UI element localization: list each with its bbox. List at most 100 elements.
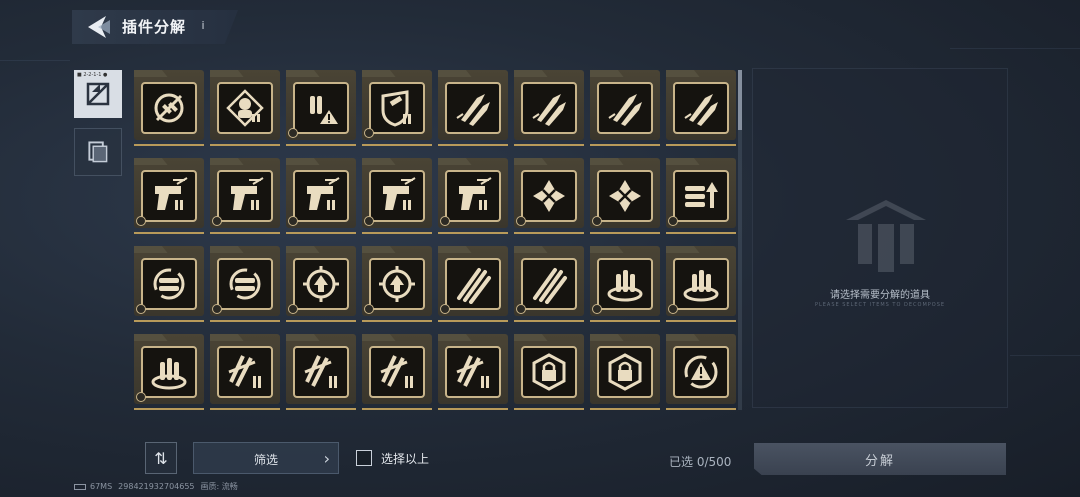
plugin-item[interactable] — [438, 70, 508, 146]
item-underline — [286, 232, 356, 234]
item-underline — [514, 408, 584, 410]
tab-tag: ■ 2-2-1-1 ● — [77, 72, 108, 78]
empty-hint: 请选择需要分解的道具 — [830, 290, 930, 301]
gear-icon — [516, 304, 526, 314]
crosshair-up-icon — [303, 266, 339, 302]
pistol-speed-icon — [383, 177, 416, 210]
item-underline — [590, 232, 660, 234]
tab-plugin[interactable]: ■ 2-2-1-1 ● — [74, 70, 122, 118]
claw-bullets-icon — [228, 355, 261, 388]
plugin-icon-plate — [445, 258, 501, 310]
decompose-button[interactable]: 分解 — [754, 443, 1006, 475]
plugin-icon-plate — [293, 170, 349, 222]
gear-icon — [212, 304, 222, 314]
plugin-item[interactable] — [438, 334, 508, 410]
grid-scrollbar-thumb[interactable] — [738, 70, 742, 130]
plugin-item[interactable] — [134, 70, 204, 146]
gear-icon — [364, 304, 374, 314]
plugin-icon-plate — [217, 82, 273, 134]
plugin-item[interactable] — [666, 334, 736, 410]
plugin-item[interactable] — [210, 334, 280, 410]
plugin-grid — [130, 68, 736, 410]
gear-icon — [592, 304, 602, 314]
plugin-item[interactable] — [438, 246, 508, 322]
info-icon[interactable]: i — [196, 19, 210, 33]
gear-icon — [364, 128, 374, 138]
gear-icon — [516, 216, 526, 226]
plugin-item[interactable] — [286, 70, 356, 146]
filter-label: 筛选 — [254, 453, 279, 467]
plugin-icon-plate — [673, 170, 729, 222]
uid-value: 298421932704655 — [118, 482, 195, 491]
sort-button[interactable]: ⇅ — [145, 442, 177, 474]
plugin-item[interactable] — [134, 246, 204, 322]
pistol-speed-icon — [307, 177, 340, 210]
clock-crossed-bullets-icon — [154, 93, 184, 123]
plugin-item[interactable] — [438, 158, 508, 234]
select-above-label[interactable]: 选择以上 — [381, 450, 429, 467]
plugin-item[interactable] — [210, 246, 280, 322]
plugin-item[interactable] — [210, 158, 280, 234]
item-underline — [134, 232, 204, 234]
select-above-checkbox[interactable] — [356, 450, 372, 466]
plugin-icon-plate — [141, 346, 197, 398]
gear-icon — [288, 128, 298, 138]
plugin-icon-plate — [673, 82, 729, 134]
twin-rockets-icon — [684, 94, 718, 126]
plugin-icon-plate — [445, 346, 501, 398]
gear-icon — [668, 216, 678, 226]
plugin-icon-plate — [293, 258, 349, 310]
plugin-item[interactable] — [286, 158, 356, 234]
tab-material[interactable] — [74, 128, 122, 176]
pistol-speed-icon — [459, 177, 492, 210]
plugin-item[interactable] — [362, 334, 432, 410]
plugin-item[interactable] — [590, 246, 660, 322]
plugin-icon-plate — [673, 346, 729, 398]
plugin-grid-viewport — [130, 68, 736, 412]
plugin-item[interactable] — [362, 246, 432, 322]
triple-shells-icon — [533, 268, 567, 304]
plugin-item[interactable] — [362, 70, 432, 146]
plugin-item[interactable] — [666, 70, 736, 146]
plugin-item[interactable] — [362, 158, 432, 234]
item-underline — [590, 144, 660, 146]
plugin-icon-plate — [597, 82, 653, 134]
plugin-item[interactable] — [666, 158, 736, 234]
decompose-label: 分解 — [864, 453, 895, 469]
item-underline — [514, 144, 584, 146]
filter-button[interactable]: 筛选 › — [193, 442, 339, 474]
plugin-item[interactable] — [134, 158, 204, 234]
claw-bullets-icon — [456, 355, 489, 388]
plugin-item[interactable] — [210, 70, 280, 146]
hex-lock-icon — [532, 353, 566, 391]
plugin-item[interactable] — [134, 334, 204, 410]
page-title: 插件分解 — [122, 18, 187, 36]
plugin-icon-plate — [597, 346, 653, 398]
item-underline — [666, 320, 736, 322]
claw-bullets-icon — [304, 355, 337, 388]
plugin-item[interactable] — [666, 246, 736, 322]
plugin-item[interactable] — [590, 158, 660, 234]
plugin-item[interactable] — [514, 158, 584, 234]
item-underline — [666, 144, 736, 146]
item-underline — [362, 232, 432, 234]
plugin-item[interactable] — [590, 334, 660, 410]
plugin-item[interactable] — [590, 70, 660, 146]
bullets-warning-icon — [310, 96, 338, 124]
back-button[interactable] — [84, 14, 112, 40]
twin-rockets-icon — [532, 94, 566, 126]
plugin-item[interactable] — [514, 334, 584, 410]
crosshair-up-icon — [379, 266, 415, 302]
plugin-item[interactable] — [286, 246, 356, 322]
bullets-ring-icon — [151, 358, 187, 390]
plugin-item[interactable] — [514, 70, 584, 146]
gear-icon — [668, 304, 678, 314]
empty-subtext: PLEASE SELECT ITEMS TO DECOMPOSE — [814, 302, 946, 308]
plugin-item[interactable] — [286, 334, 356, 410]
item-underline — [590, 320, 660, 322]
bg-line — [950, 48, 1080, 49]
hex-lock-icon — [608, 353, 642, 391]
item-underline — [362, 144, 432, 146]
plugin-item[interactable] — [514, 246, 584, 322]
item-underline — [438, 144, 508, 146]
